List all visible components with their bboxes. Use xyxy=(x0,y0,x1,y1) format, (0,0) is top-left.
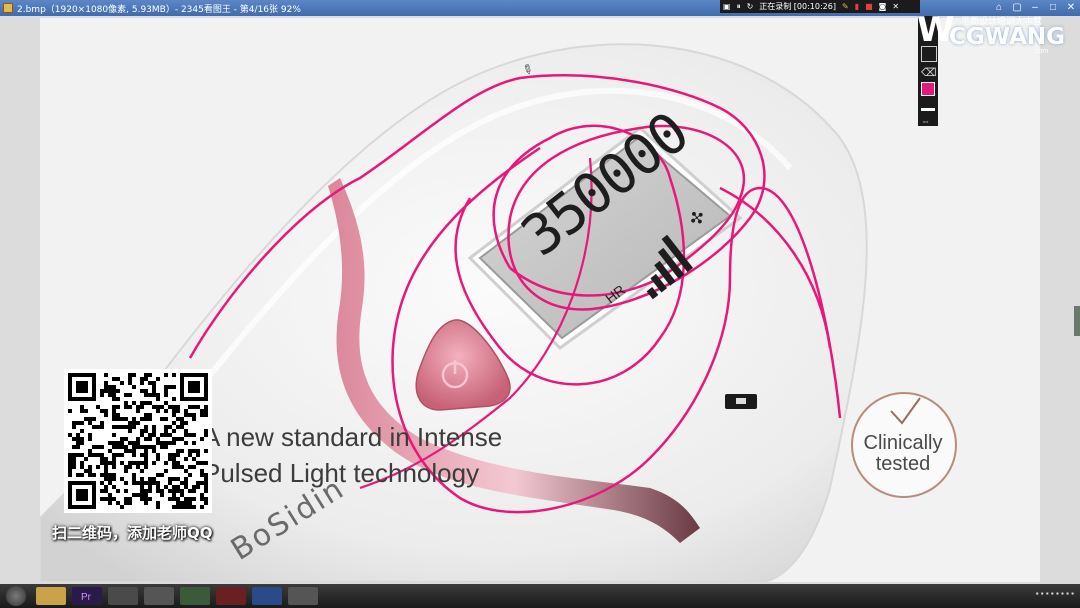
taskbar-app-word[interactable] xyxy=(252,587,282,605)
qr-code-image xyxy=(68,373,208,509)
pen-color-swatch[interactable] xyxy=(921,82,935,96)
qr-caption: 扫二维码，添加老师QQ xyxy=(52,524,213,542)
system-tray[interactable]: ▪ ▪ ▪ ▪ ▪ ▪ ▪ ▪ xyxy=(1036,589,1074,598)
window-title: 2.bmp（1920×1080像素, 5.93MB）- 2345看图王 - 第4… xyxy=(17,5,301,15)
taskbar: Pr ▪ ▪ ▪ ▪ ▪ ▪ ▪ ▪ xyxy=(0,584,1080,608)
tagline-line2: Pulsed Light technology xyxy=(203,458,480,488)
qr-code xyxy=(64,369,212,513)
record-frame-icon[interactable]: ▣ xyxy=(723,2,731,11)
camera-widget-icon[interactable] xyxy=(725,394,757,409)
taskbar-app-folder[interactable] xyxy=(36,587,66,605)
taskbar-app-recorder[interactable] xyxy=(144,587,174,605)
product-tagline: A new standard in Intense Pulsed Light t… xyxy=(203,419,502,491)
badge-line2: tested xyxy=(875,453,931,475)
taskbar-app-premiere[interactable]: Pr xyxy=(72,587,102,605)
record-pause-icon[interactable]: ⏸ xyxy=(737,2,741,12)
watermark-brand: CGWANG xyxy=(949,24,1066,50)
watermark-url: .com xyxy=(1033,48,1049,55)
app-icon xyxy=(3,3,13,13)
taskbar-app-viewer[interactable] xyxy=(288,587,318,605)
taskbar-app-music[interactable] xyxy=(216,587,246,605)
eraser-tool-icon[interactable]: ⌫ xyxy=(921,66,937,80)
line-width-icon[interactable] xyxy=(921,108,935,111)
brush-icon[interactable]: ▮ xyxy=(855,2,859,11)
expand-arrows-icon[interactable]: ⇔ xyxy=(921,116,935,130)
stop-icon[interactable]: ■ xyxy=(865,2,873,11)
scroll-handle[interactable] xyxy=(1074,306,1080,336)
recorder-close-icon[interactable]: ✕ xyxy=(892,2,899,11)
clinically-tested-badge: Clinically tested xyxy=(855,433,951,475)
record-loop-icon[interactable]: ↻ xyxy=(747,2,754,11)
recorder-toolbar: ▣ ⏸ ↻ 正在录制 [00:10:26] ✎ ▮ ■ ◙ ✕ xyxy=(720,0,920,13)
cgwang-logo-icon: W xyxy=(917,10,955,50)
taskbar-app-browser[interactable] xyxy=(108,587,138,605)
cgwang-watermark: W 平面设计培训大本营 CGWANG .com xyxy=(915,10,1075,55)
start-button[interactable] xyxy=(6,586,26,606)
recording-status: 正在录制 [00:10:26] xyxy=(759,2,836,11)
pen-icon[interactable]: ✎ xyxy=(842,2,849,11)
taskbar-app-media[interactable] xyxy=(180,587,210,605)
camera-icon[interactable]: ◙ xyxy=(879,2,887,11)
badge-line1: Clinically xyxy=(863,432,943,454)
tagline-line1: A new standard in Intense xyxy=(203,422,503,452)
